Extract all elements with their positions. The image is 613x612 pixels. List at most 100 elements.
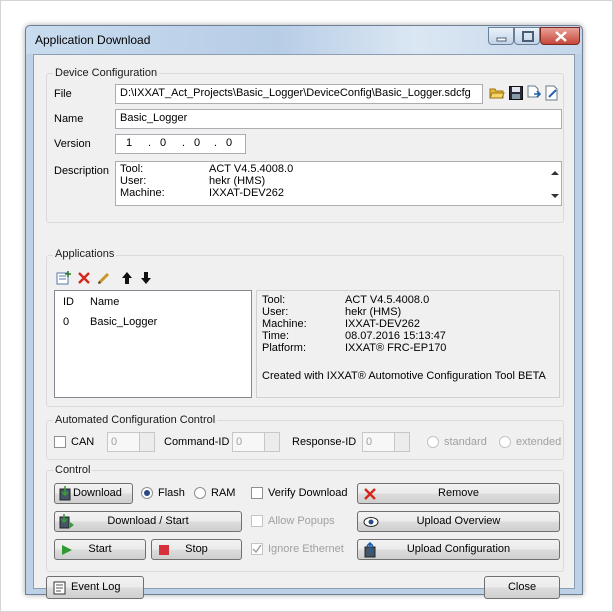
can-checkbox[interactable] bbox=[54, 436, 66, 448]
scroll-up-icon[interactable] bbox=[551, 170, 559, 176]
spinner-arrows[interactable] bbox=[139, 433, 154, 451]
event-log-button-label: Event Log bbox=[71, 581, 121, 593]
flash-label: Flash bbox=[158, 487, 185, 499]
description-value: ACT V4.5.4008.0 bbox=[209, 163, 294, 175]
close-window-button[interactable] bbox=[540, 27, 580, 45]
version-major: 1 bbox=[126, 137, 133, 149]
control-legend: Control bbox=[53, 464, 93, 476]
add-application-icon[interactable] bbox=[56, 270, 72, 286]
stop-button-label: Stop bbox=[185, 543, 208, 555]
description-box[interactable]: Tool: ACT V4.5.4008.0 User: hekr (HMS) M… bbox=[115, 161, 562, 206]
column-header-id[interactable]: ID bbox=[63, 296, 74, 308]
response-id-spinner[interactable]: 0 bbox=[362, 432, 410, 452]
standard-radio[interactable] bbox=[427, 436, 439, 448]
description-key: Tool: bbox=[120, 163, 144, 175]
close-button[interactable]: Close bbox=[484, 576, 560, 599]
edit-pencil-icon[interactable] bbox=[96, 270, 112, 286]
description-key: User: bbox=[120, 175, 147, 187]
version-minor: 0 bbox=[160, 137, 167, 149]
download-start-button-label: Download / Start bbox=[107, 515, 189, 527]
ram-radio[interactable] bbox=[194, 487, 206, 499]
info-key: Time: bbox=[262, 330, 290, 342]
info-value: IXXAT® FRC-EP170 bbox=[345, 342, 447, 354]
arrow-down-icon[interactable] bbox=[139, 270, 153, 286]
allow-popups-label: Allow Popups bbox=[268, 515, 335, 527]
minimize-icon bbox=[496, 37, 507, 42]
info-value: 08.07.2016 15:13:47 bbox=[345, 330, 446, 342]
minimize-button[interactable] bbox=[488, 27, 514, 45]
automated-config-legend: Automated Configuration Control bbox=[53, 414, 218, 426]
event-log-icon bbox=[53, 581, 66, 595]
remove-button[interactable]: Remove bbox=[357, 483, 560, 504]
verify-download-checkbox[interactable] bbox=[251, 487, 263, 499]
row-id: 0 bbox=[63, 316, 70, 328]
table-row[interactable]: 0 Basic_Logger bbox=[55, 314, 159, 332]
close-icon bbox=[555, 31, 567, 42]
can-value: 0 bbox=[111, 436, 118, 448]
download-button[interactable]: Download bbox=[54, 483, 133, 504]
info-value: hekr (HMS) bbox=[345, 306, 402, 318]
info-value: IXXAT-DEV262 bbox=[345, 318, 420, 330]
spinner-arrows[interactable] bbox=[264, 433, 279, 451]
close-button-label: Close bbox=[507, 581, 537, 593]
allow-popups-checkbox[interactable] bbox=[251, 515, 263, 527]
download-button-label: Download bbox=[73, 487, 122, 499]
ignore-ethernet-checkbox[interactable] bbox=[251, 543, 263, 555]
info-key: User: bbox=[262, 306, 289, 318]
applications-list[interactable]: ID Name 0 Basic_Logger bbox=[54, 290, 252, 398]
description-value: IXXAT-DEV262 bbox=[209, 187, 284, 199]
event-log-button[interactable]: Event Log bbox=[46, 576, 144, 599]
export-icon[interactable] bbox=[526, 85, 542, 101]
version-field[interactable]: 1 . 0 . 0 . 0 bbox=[115, 134, 246, 154]
dialog-client-area: Device Configuration File D:\IXXAT_Act_P… bbox=[33, 54, 575, 599]
created-with-text: Created with IXXAT® Automotive Configura… bbox=[262, 370, 546, 382]
row-name: Basic_Logger bbox=[90, 316, 158, 328]
column-header-name[interactable]: Name bbox=[90, 296, 119, 308]
info-key: Platform: bbox=[262, 342, 307, 354]
checkmark-icon bbox=[252, 544, 262, 554]
info-key: Tool: bbox=[262, 294, 286, 306]
file-path-field[interactable]: D:\IXXAT_Act_Projects\Basic_Logger\Devic… bbox=[115, 84, 483, 104]
start-button[interactable]: Start bbox=[54, 539, 146, 560]
version-separator: . bbox=[182, 137, 186, 149]
verify-download-label: Verify Download bbox=[268, 487, 348, 499]
maximize-icon bbox=[522, 31, 534, 42]
remove-button-label: Remove bbox=[438, 487, 479, 499]
can-label: CAN bbox=[71, 436, 95, 448]
upload-overview-button[interactable]: Upload Overview bbox=[357, 511, 560, 532]
ram-label: RAM bbox=[211, 487, 236, 499]
maximize-button[interactable] bbox=[514, 27, 540, 45]
name-field[interactable]: Basic_Logger bbox=[115, 109, 562, 129]
applications-legend: Applications bbox=[53, 248, 117, 260]
description-value: hekr (HMS) bbox=[209, 175, 266, 187]
upload-configuration-button[interactable]: Upload Configuration bbox=[357, 539, 560, 560]
edit-file-icon[interactable] bbox=[544, 85, 560, 101]
start-button-label: Start bbox=[88, 543, 112, 555]
command-id-value: 0 bbox=[236, 436, 243, 448]
extended-label: extended bbox=[516, 436, 562, 448]
version-label: Version bbox=[54, 138, 91, 150]
application-info-panel: Tool: ACT V4.5.4008.0 User: hekr (HMS) M… bbox=[256, 290, 560, 398]
description-label: Description bbox=[54, 165, 110, 177]
flash-radio[interactable] bbox=[141, 487, 153, 499]
application-download-window: Application Download Device Configuratio… bbox=[25, 25, 583, 599]
delete-icon[interactable] bbox=[76, 270, 92, 286]
window-title: Application Download bbox=[35, 33, 151, 47]
version-revision: 0 bbox=[226, 137, 233, 149]
info-value: ACT V4.5.4008.0 bbox=[345, 294, 430, 306]
command-id-spinner[interactable]: 0 bbox=[232, 432, 280, 452]
arrow-up-icon[interactable] bbox=[120, 270, 134, 286]
save-icon[interactable] bbox=[508, 85, 524, 101]
title-bar[interactable]: Application Download bbox=[26, 26, 582, 54]
extended-radio[interactable] bbox=[499, 436, 511, 448]
spinner-arrows[interactable] bbox=[394, 433, 409, 451]
open-folder-icon[interactable] bbox=[489, 85, 505, 101]
download-start-button[interactable]: Download / Start bbox=[54, 511, 242, 532]
version-separator: . bbox=[214, 137, 218, 149]
upload-configuration-button-label: Upload Configuration bbox=[406, 543, 511, 555]
can-spinner[interactable]: 0 bbox=[107, 432, 155, 452]
ignore-ethernet-label: Ignore Ethernet bbox=[268, 543, 344, 555]
file-label: File bbox=[54, 88, 72, 100]
scroll-down-icon[interactable] bbox=[551, 193, 559, 199]
stop-button[interactable]: Stop bbox=[151, 539, 242, 560]
